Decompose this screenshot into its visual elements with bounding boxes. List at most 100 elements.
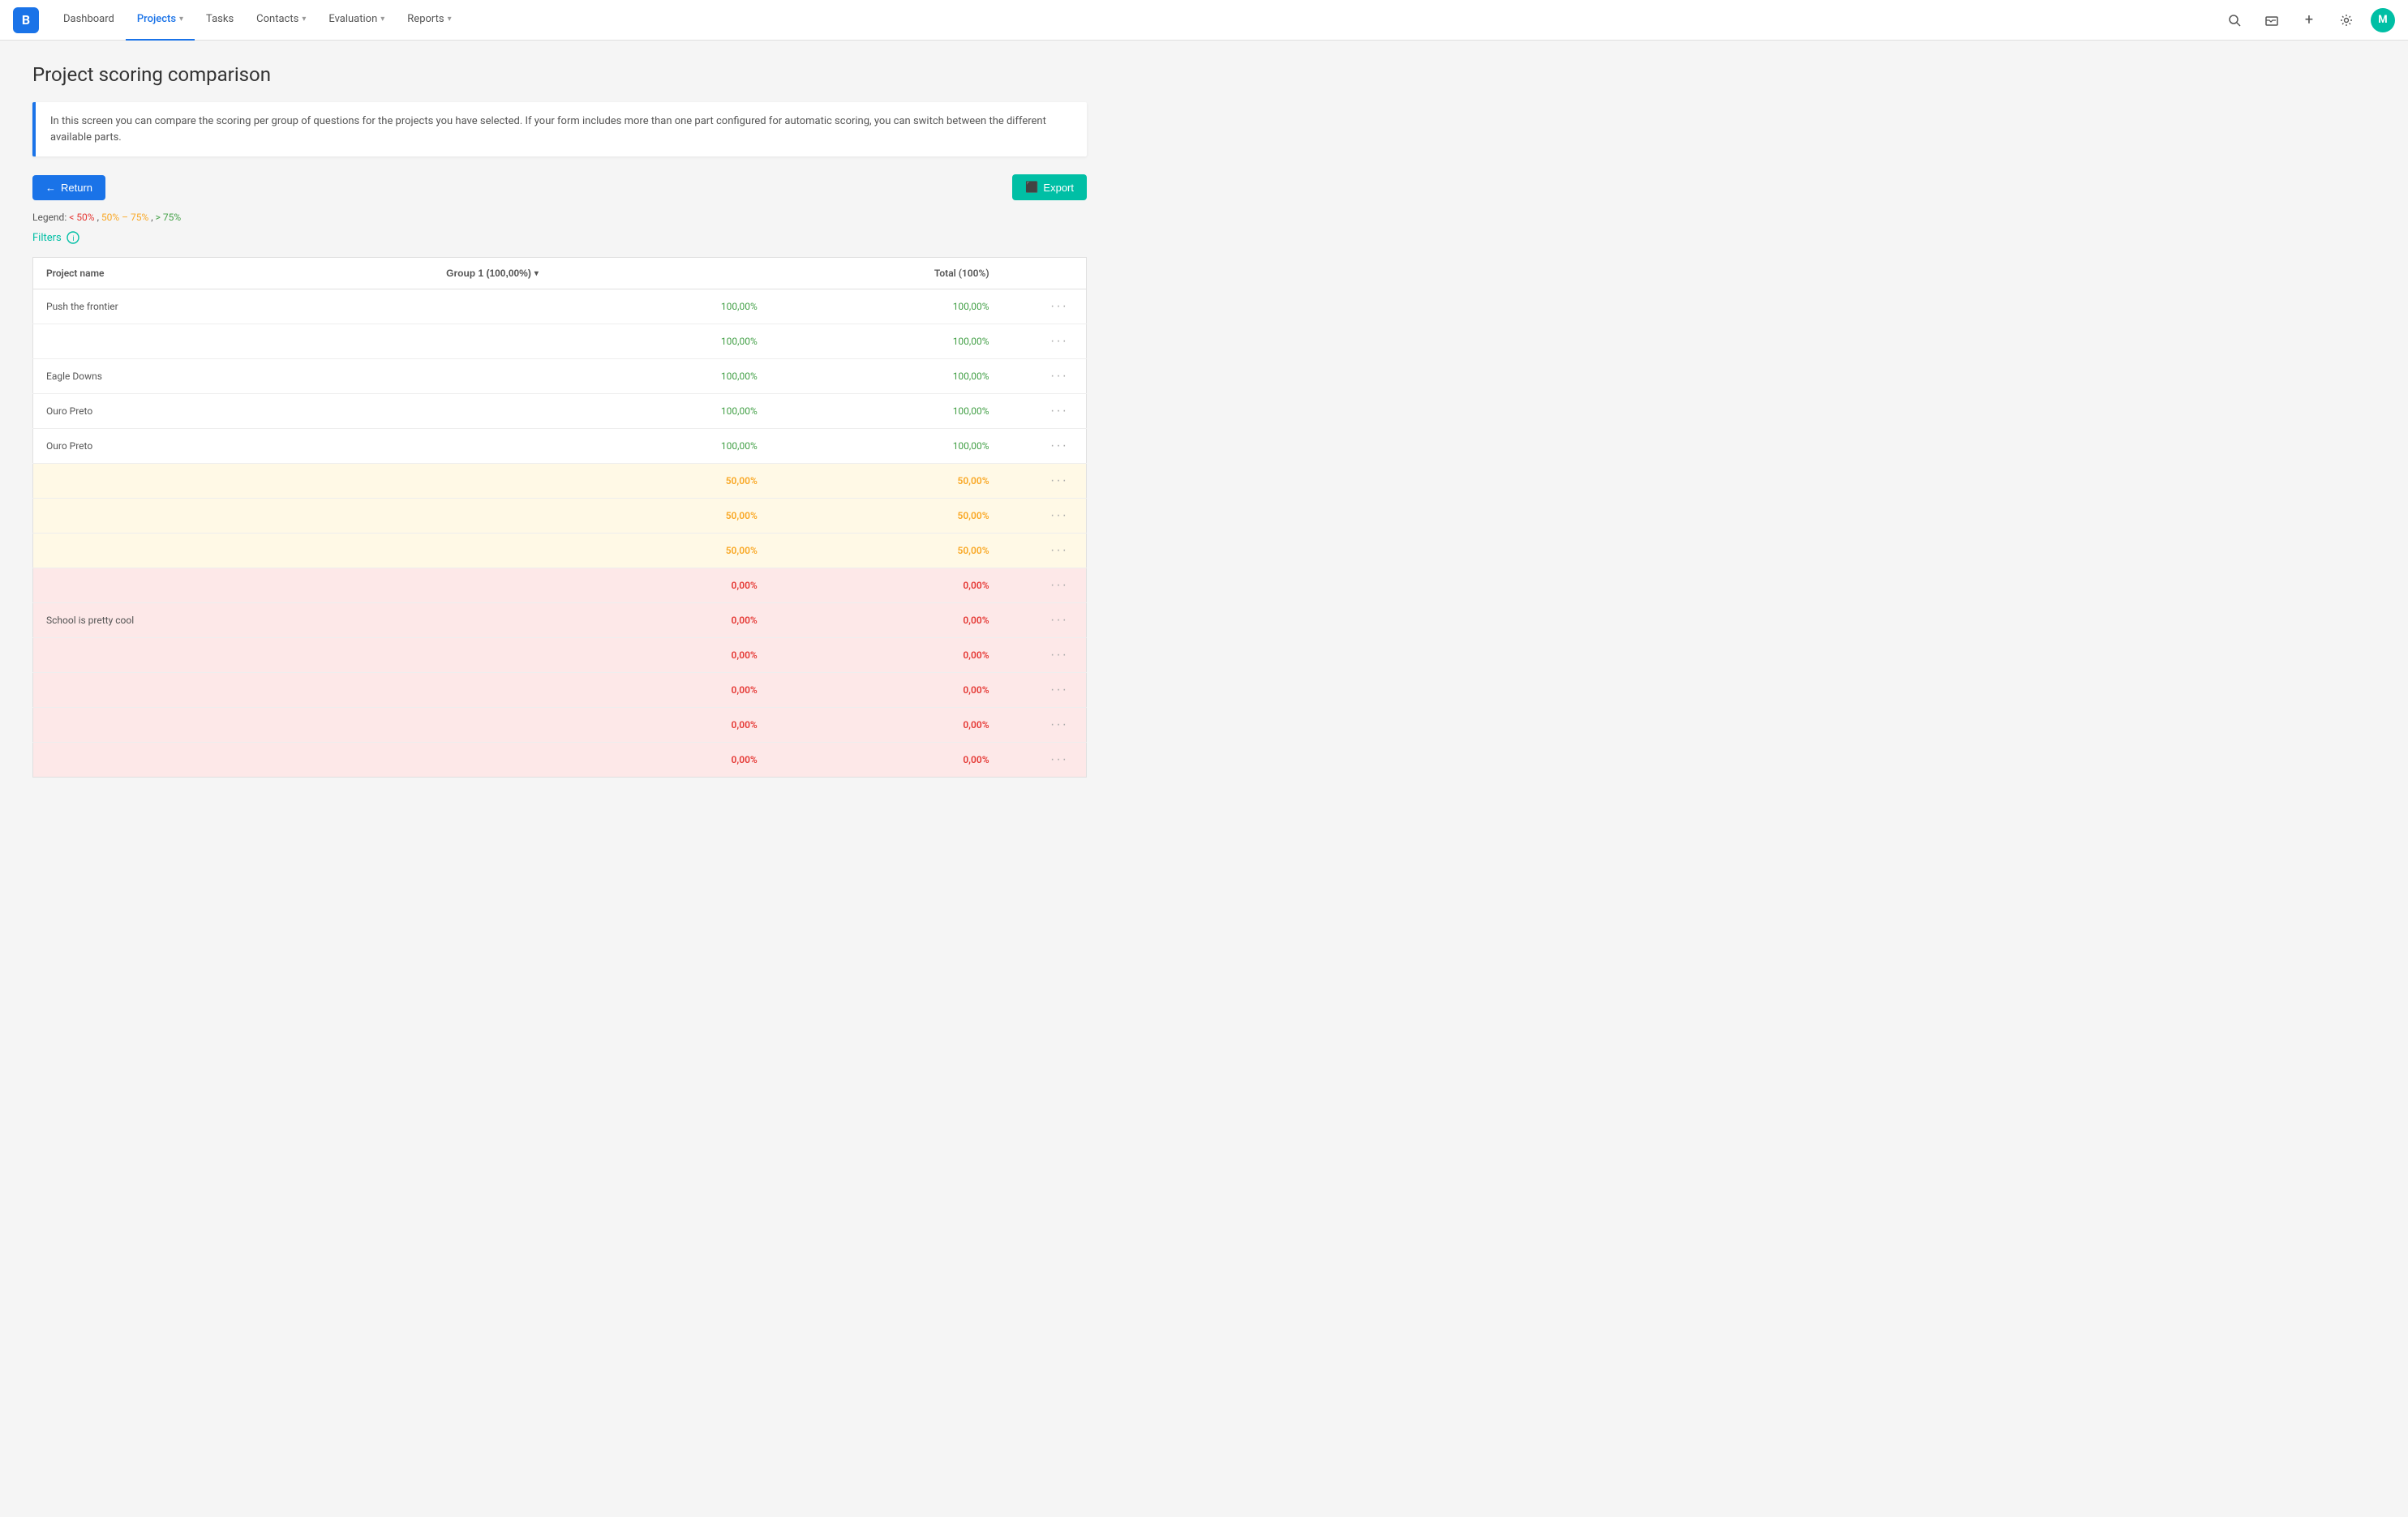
cell-total-value: 0,00%	[770, 708, 1002, 743]
cell-total-value: 0,00%	[770, 603, 1002, 638]
search-button[interactable]	[2221, 7, 2247, 33]
cell-group-value: 100,00%	[433, 359, 770, 394]
cell-group-value: 0,00%	[433, 743, 770, 778]
cell-action: ···	[1002, 638, 1087, 673]
cell-total-value: 100,00%	[770, 324, 1002, 359]
app-logo[interactable]: B	[13, 7, 39, 33]
cell-total-value: 50,00%	[770, 534, 1002, 568]
cell-project-name: Ouro Preto	[33, 429, 434, 464]
row-actions-button[interactable]: ···	[1045, 332, 1073, 350]
table-row: 50,00%50,00% ···	[33, 534, 1087, 568]
chevron-down-icon: ▾	[302, 15, 306, 24]
table-row: Eagle Downs100,00%100,00%···	[33, 359, 1087, 394]
row-actions-button[interactable]: ···	[1045, 472, 1073, 490]
return-button[interactable]: ← Return	[32, 175, 105, 200]
cell-total-value: 0,00%	[770, 568, 1002, 603]
cell-action: ···	[1002, 534, 1087, 568]
table-row: 0,00%0,00% ···	[33, 708, 1087, 743]
cell-total-value: 100,00%	[770, 289, 1002, 324]
add-button[interactable]: +	[2296, 7, 2322, 33]
nav-item-projects[interactable]: Projects ▾	[126, 0, 195, 41]
cell-project-name	[33, 534, 434, 568]
cell-total-value: 50,00%	[770, 499, 1002, 534]
row-actions-button[interactable]: ···	[1045, 681, 1073, 699]
cell-total-value: 0,00%	[770, 638, 1002, 673]
cell-project-name	[33, 673, 434, 708]
cell-project-name: Ouro Preto	[33, 394, 434, 429]
cell-group-value: 100,00%	[433, 289, 770, 324]
user-avatar[interactable]: M	[2371, 8, 2395, 32]
row-actions-button[interactable]: ···	[1045, 507, 1073, 525]
row-actions-button[interactable]: ···	[1045, 542, 1073, 559]
col-header-action	[1002, 258, 1087, 289]
cell-group-value: 0,00%	[433, 708, 770, 743]
row-actions-button[interactable]: ···	[1045, 402, 1073, 420]
cell-action: ···	[1002, 429, 1087, 464]
cell-total-value: 100,00%	[770, 394, 1002, 429]
table-row: 50,00%50,00% ···	[33, 464, 1087, 499]
cell-group-value: 50,00%	[433, 534, 770, 568]
row-actions-button[interactable]: ···	[1045, 611, 1073, 629]
nav-item-tasks[interactable]: Tasks	[195, 0, 245, 41]
cell-group-value: 100,00%	[433, 394, 770, 429]
nav-item-dashboard[interactable]: Dashboard	[52, 0, 126, 41]
col-header-name: Project name	[33, 258, 434, 289]
nav-item-reports[interactable]: Reports ▾	[396, 0, 462, 41]
nav-right: + M	[2221, 7, 2395, 33]
col-header-group[interactable]: Group 1 (100,00%) ▾	[433, 258, 770, 289]
cell-total-value: 50,00%	[770, 464, 1002, 499]
toolbar: ← Return ⬛ Export	[32, 174, 1087, 200]
cell-project-name	[33, 324, 434, 359]
group-col-toggle[interactable]: Group 1 (100,00%) ▾	[446, 268, 539, 279]
table-row: 0,00%0,00% ···	[33, 638, 1087, 673]
cell-group-value: 0,00%	[433, 673, 770, 708]
cell-project-name	[33, 499, 434, 534]
row-actions-button[interactable]: ···	[1045, 367, 1073, 385]
row-actions-button[interactable]: ···	[1045, 576, 1073, 594]
cell-project-name	[33, 708, 434, 743]
inbox-button[interactable]	[2259, 7, 2285, 33]
cell-action: ···	[1002, 359, 1087, 394]
cell-project-name: School is pretty cool	[33, 603, 434, 638]
cell-action: ···	[1002, 603, 1087, 638]
cell-group-value: 0,00%	[433, 603, 770, 638]
cell-group-value: 0,00%	[433, 638, 770, 673]
settings-button[interactable]	[2333, 7, 2359, 33]
main-content: Project scoring comparison In this scree…	[0, 41, 1119, 800]
row-actions-button[interactable]: ···	[1045, 646, 1073, 664]
table-row: 0,00%0,00%···	[33, 568, 1087, 603]
cell-total-value: 0,00%	[770, 673, 1002, 708]
cell-group-value: 50,00%	[433, 464, 770, 499]
cell-action: ···	[1002, 673, 1087, 708]
cell-project-name	[33, 464, 434, 499]
nav-item-evaluation[interactable]: Evaluation ▾	[317, 0, 396, 41]
cell-total-value: 0,00%	[770, 743, 1002, 778]
table-row: 0,00%0,00% ···	[33, 743, 1087, 778]
cell-action: ···	[1002, 499, 1087, 534]
chevron-down-icon: ▾	[179, 15, 183, 24]
row-actions-button[interactable]: ···	[1045, 751, 1073, 769]
chevron-down-icon: ▾	[534, 269, 539, 278]
cell-project-name: Push the frontier	[33, 289, 434, 324]
cell-action: ···	[1002, 324, 1087, 359]
cell-total-value: 100,00%	[770, 359, 1002, 394]
row-actions-button[interactable]: ···	[1045, 716, 1073, 734]
table-row: 50,00%50,00%···	[33, 499, 1087, 534]
cell-project-name: Eagle Downs	[33, 359, 434, 394]
row-actions-button[interactable]: ···	[1045, 437, 1073, 455]
nav-item-contacts[interactable]: Contacts ▾	[245, 0, 317, 41]
table-row: 0,00%0,00% ···	[33, 673, 1087, 708]
export-button[interactable]: ⬛ Export	[1012, 174, 1087, 200]
table-row: Ouro Preto100,00%100,00%···	[33, 429, 1087, 464]
cell-total-value: 100,00%	[770, 429, 1002, 464]
cell-project-name	[33, 638, 434, 673]
table-row: Ouro Preto100,00%100,00%···	[33, 394, 1087, 429]
row-actions-button[interactable]: ···	[1045, 298, 1073, 315]
table-row: Push the frontier100,00%100,00%···	[33, 289, 1087, 324]
cell-action: ···	[1002, 708, 1087, 743]
filters-row[interactable]: Filters i	[32, 231, 1087, 244]
nav-items: Dashboard Projects ▾ Tasks Contacts ▾ Ev…	[52, 0, 2221, 41]
cell-action: ···	[1002, 394, 1087, 429]
cell-action: ···	[1002, 464, 1087, 499]
cell-group-value: 100,00%	[433, 429, 770, 464]
